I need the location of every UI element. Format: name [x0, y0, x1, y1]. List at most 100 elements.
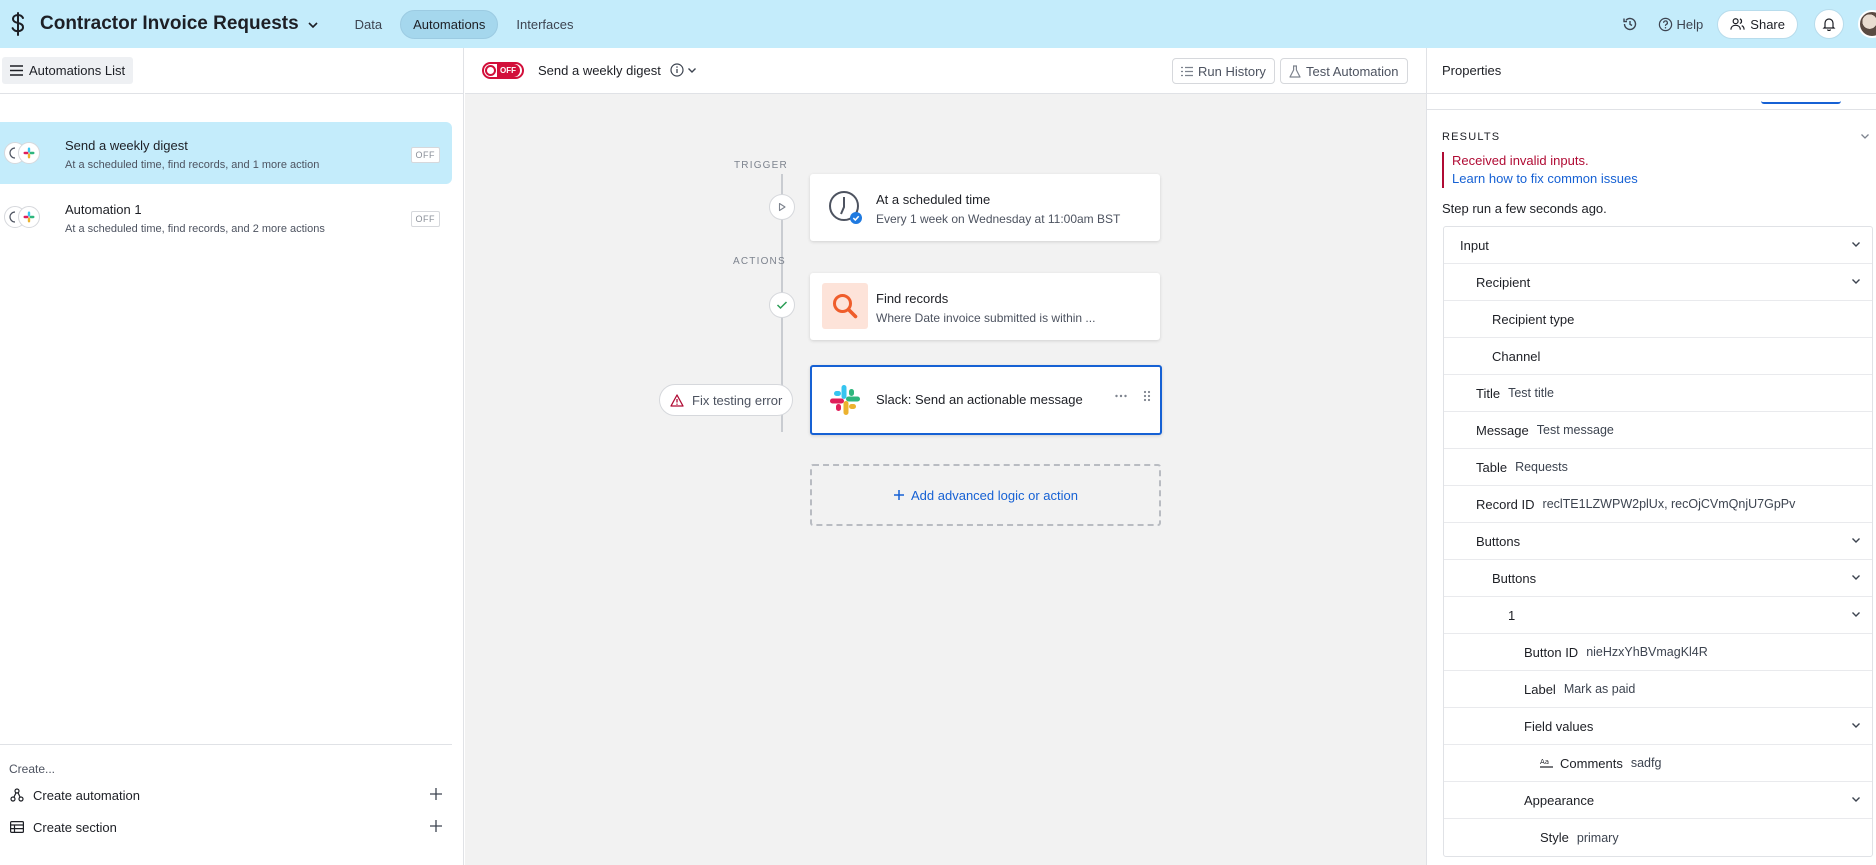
tree-key: Title — [1476, 385, 1501, 401]
main-nav: Data Automations Interfaces — [343, 9, 586, 39]
tree-group-row[interactable]: Input — [1444, 227, 1872, 264]
properties-header: Properties — [1427, 48, 1876, 94]
search-icon — [822, 283, 868, 329]
tree-group-row[interactable]: Buttons — [1444, 523, 1872, 560]
automation-icons — [4, 142, 48, 164]
tree-field-row: Recipient type — [1444, 301, 1872, 338]
add-advanced-logic-label: Add advanced logic or action — [911, 487, 1078, 503]
chevron-down-icon[interactable] — [1850, 793, 1862, 808]
error-text: Received invalid inputs. — [1452, 153, 1589, 168]
toggle-knob — [485, 65, 496, 76]
find-records-title: Find records — [876, 291, 949, 306]
avatar[interactable] — [1858, 10, 1876, 38]
tree-group-row[interactable]: 1 — [1444, 597, 1872, 634]
plus-icon — [894, 490, 905, 500]
plus-icon[interactable] — [429, 787, 443, 804]
results-label: RESULTS — [1442, 131, 1501, 143]
dollar-logo-icon[interactable] — [2, 0, 34, 48]
automation-icon — [9, 788, 25, 802]
chevron-down-icon[interactable] — [1850, 719, 1862, 734]
drag-handle-icon[interactable] — [1142, 389, 1152, 406]
add-advanced-logic-button[interactable]: Add advanced logic or action — [810, 464, 1161, 526]
tree-key: Channel — [1492, 348, 1541, 364]
tree-key: Label — [1524, 681, 1556, 697]
chevron-down-icon[interactable] — [1850, 238, 1862, 253]
create-section-button[interactable]: Create section — [9, 817, 443, 837]
top-bar: Contractor Invoice Requests Data Automat… — [0, 0, 1876, 48]
tree-group-row[interactable]: Appearance — [1444, 782, 1872, 819]
tree-key: Buttons — [1476, 533, 1521, 549]
create-automation-label: Create automation — [33, 787, 140, 803]
automations-list-button[interactable]: Automations List — [2, 57, 134, 84]
create-section-label: Create section — [33, 819, 117, 835]
create-label: Create... — [9, 762, 56, 776]
trigger-label: TRIGGER — [734, 160, 788, 171]
run-history-button[interactable]: Run History — [1172, 58, 1275, 84]
chevron-down-icon[interactable] — [1850, 275, 1862, 290]
plus-icon[interactable] — [429, 819, 443, 836]
notifications-button[interactable] — [1814, 9, 1844, 39]
trigger-card[interactable]: At a scheduled time Every 1 week on Wedn… — [810, 174, 1160, 241]
tree-group-row[interactable]: Recipient — [1444, 264, 1872, 301]
run-trigger-icon[interactable] — [769, 194, 795, 220]
history-icon[interactable] — [1616, 10, 1644, 38]
share-button[interactable]: Share — [1717, 9, 1798, 39]
tree-field-row: Table Requests — [1444, 449, 1872, 486]
find-records-subtitle: Where Date invoice submitted is within .… — [876, 311, 1096, 325]
tree-group-row[interactable]: Buttons — [1444, 560, 1872, 597]
tree-field-row: Style primary — [1444, 819, 1872, 856]
tree-key: Message — [1476, 422, 1529, 438]
automation-description: At a scheduled time, find records, and 1… — [65, 159, 320, 171]
test-automation-button[interactable]: Test Automation — [1280, 58, 1408, 84]
chevron-down-icon[interactable] — [1850, 608, 1862, 623]
properties-tabs-stub — [1427, 94, 1876, 110]
tab-interfaces[interactable]: Interfaces — [504, 11, 585, 38]
tree-field-row: Channel — [1444, 338, 1872, 375]
tree-key: Appearance — [1524, 792, 1595, 808]
slack-action-card[interactable]: Slack: Send an actionable message — [810, 365, 1162, 435]
status-badge: OFF — [410, 147, 440, 163]
tree-field-row: Aa Comments sadfg — [1444, 745, 1872, 782]
automation-toggle[interactable]: OFF — [482, 62, 524, 79]
chevron-down-icon[interactable] — [686, 64, 698, 76]
tree-field-row: Record ID reclTE1LZWPW2plUx, recOjCVmQnjU… — [1444, 486, 1872, 523]
automation-title[interactable]: Send a weekly digest — [538, 63, 661, 78]
automation-info[interactable] — [670, 63, 698, 77]
find-records-card[interactable]: Find records Where Date invoice submitte… — [810, 273, 1160, 340]
tree-field-row: Button ID nieHzxYhBVmagKl4R — [1444, 634, 1872, 671]
tree-value: sadfg — [1630, 756, 1662, 770]
tab-data[interactable]: Data — [343, 11, 394, 38]
automation-canvas[interactable]: OFF Send a weekly digest Run History Tes… — [465, 48, 1426, 865]
tree-value: Requests — [1515, 460, 1568, 474]
clock-icon — [822, 184, 868, 230]
automations-sidebar: Automations List Send a weekly digest At… — [0, 48, 464, 865]
tree-field-row: Label Mark as paid — [1444, 671, 1872, 708]
automation-icons — [4, 206, 48, 228]
tree-key: Comments — [1560, 755, 1623, 771]
slack-action-title: Slack: Send an actionable message — [876, 392, 1083, 407]
fix-testing-error-label: Fix testing error — [692, 392, 783, 408]
automation-item-automation-1[interactable]: Automation 1 At a scheduled time, find r… — [0, 186, 452, 248]
canvas-header: OFF Send a weekly digest Run History Tes… — [465, 48, 1426, 94]
fix-testing-error-button[interactable]: Fix testing error — [659, 384, 794, 416]
help-button[interactable]: Help — [1658, 17, 1703, 32]
tab-automations[interactable]: Automations — [400, 9, 499, 39]
automation-item-send-weekly-digest[interactable]: Send a weekly digest At a scheduled time… — [0, 122, 452, 184]
chevron-down-icon[interactable] — [1850, 534, 1862, 549]
more-icon[interactable] — [1114, 389, 1128, 406]
base-title[interactable]: Contractor Invoice Requests — [40, 13, 299, 35]
tree-key: Input — [1460, 237, 1489, 253]
info-icon[interactable] — [670, 63, 684, 77]
chevron-down-icon[interactable] — [1859, 130, 1871, 145]
checkmark-icon — [769, 292, 795, 318]
beaker-icon — [1289, 64, 1301, 78]
tree-value: nieHzxYhBVmagKl4R — [1586, 645, 1708, 659]
chevron-down-icon[interactable] — [1850, 571, 1862, 586]
create-automation-button[interactable]: Create automation — [9, 785, 443, 805]
tree-group-row[interactable]: Field values — [1444, 708, 1872, 745]
create-menu: Create... Create automation Create secti… — [0, 744, 452, 835]
bell-icon — [1822, 18, 1836, 31]
fix-issues-link[interactable]: Learn how to fix common issues — [1452, 170, 1638, 188]
text-field-icon: Aa — [1540, 757, 1554, 769]
chevron-down-icon[interactable] — [305, 17, 321, 33]
